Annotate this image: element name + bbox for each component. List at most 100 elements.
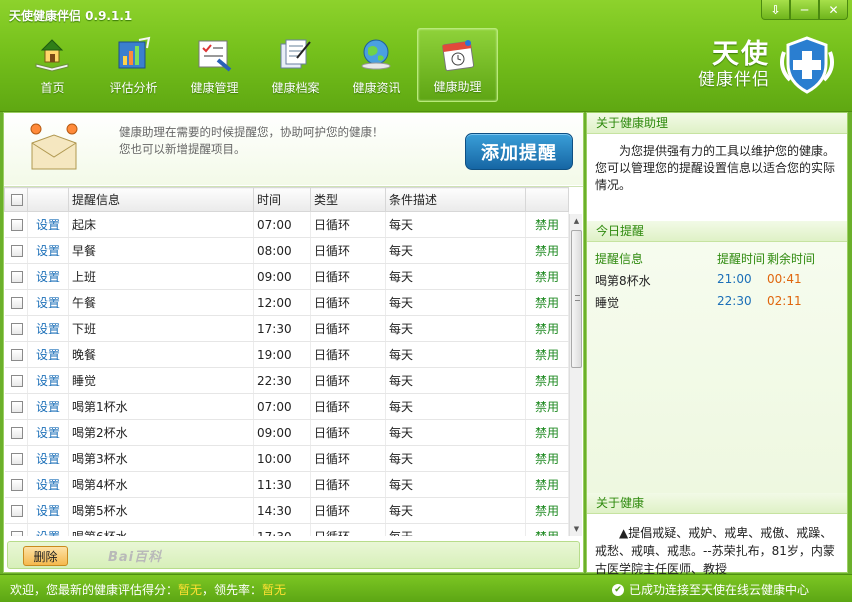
- row-checkbox[interactable]: [10, 375, 23, 387]
- row-select-cell[interactable]: [4, 367, 28, 394]
- row-disable-link[interactable]: 禁用: [525, 211, 569, 238]
- row-disable-link[interactable]: 禁用: [525, 523, 569, 536]
- nav-home[interactable]: 首页: [12, 28, 93, 102]
- nav-health-assistant[interactable]: 健康助理: [417, 28, 498, 102]
- row-checkbox[interactable]: [10, 531, 23, 536]
- today-reminder-row: 睡觉 22:30 02:11: [587, 289, 847, 311]
- row-settings-link[interactable]: 设置: [27, 211, 69, 238]
- row-checkbox[interactable]: [10, 427, 23, 439]
- column-header-info[interactable]: 提醒信息: [68, 187, 254, 212]
- status-score: 欢迎，您最新的健康评估得分：暂无，领先率：暂无: [10, 581, 286, 598]
- row-disable-link[interactable]: 禁用: [525, 497, 569, 524]
- row-settings-link[interactable]: 设置: [27, 237, 69, 264]
- row-settings-link[interactable]: 设置: [27, 419, 69, 446]
- row-disable-link[interactable]: 禁用: [525, 237, 569, 264]
- row-disable-link[interactable]: 禁用: [525, 393, 569, 420]
- row-checkbox[interactable]: [10, 245, 23, 257]
- row-disable-link[interactable]: 禁用: [525, 419, 569, 446]
- nav-health-manage[interactable]: 健康管理: [174, 28, 255, 102]
- select-all-header[interactable]: [4, 187, 28, 212]
- row-settings-link[interactable]: 设置: [27, 445, 69, 472]
- row-condition: 每天: [385, 523, 526, 536]
- row-select-cell[interactable]: [4, 497, 28, 524]
- row-settings-link[interactable]: 设置: [27, 263, 69, 290]
- table-row[interactable]: 设置 睡觉 22:30 日循环 每天 禁用: [4, 367, 569, 394]
- table-row[interactable]: 设置 午餐 12:00 日循环 每天 禁用: [4, 289, 569, 316]
- table-row[interactable]: 设置 喝第4杯水 11:30 日循环 每天 禁用: [4, 471, 569, 498]
- row-disable-link[interactable]: 禁用: [525, 263, 569, 290]
- column-header-type[interactable]: 类型: [310, 187, 386, 212]
- row-select-cell[interactable]: [4, 211, 28, 238]
- row-checkbox[interactable]: [10, 453, 23, 465]
- row-select-cell[interactable]: [4, 393, 28, 420]
- row-settings-link[interactable]: 设置: [27, 367, 69, 394]
- minimize-button[interactable]: ─: [790, 0, 819, 20]
- row-time: 17:30: [253, 315, 311, 342]
- row-type: 日循环: [310, 341, 386, 368]
- table-row[interactable]: 设置 起床 07:00 日循环 每天 禁用: [4, 211, 569, 238]
- row-condition: 每天: [385, 263, 526, 290]
- select-all-checkbox[interactable]: [11, 194, 23, 206]
- row-settings-link[interactable]: 设置: [27, 315, 69, 342]
- row-checkbox[interactable]: [10, 297, 23, 309]
- row-select-cell[interactable]: [4, 523, 28, 536]
- nav-health-records[interactable]: 健康档案: [255, 28, 336, 102]
- row-disable-link[interactable]: 禁用: [525, 471, 569, 498]
- row-condition: 每天: [385, 367, 526, 394]
- table-row[interactable]: 设置 喝第3杯水 10:00 日循环 每天 禁用: [4, 445, 569, 472]
- skin-menu-button[interactable]: ⇩: [761, 0, 790, 20]
- row-settings-link[interactable]: 设置: [27, 289, 69, 316]
- row-select-cell[interactable]: [4, 315, 28, 342]
- row-select-cell[interactable]: [4, 263, 28, 290]
- row-checkbox[interactable]: [10, 479, 23, 491]
- row-disable-link[interactable]: 禁用: [525, 445, 569, 472]
- reminder-table: 提醒信息 时间 类型 条件描述 设置 起床 07:00 日循环 每天 禁用 设置 早餐 08:0…: [4, 187, 569, 536]
- table-row[interactable]: 设置 下班 17:30 日循环 每天 禁用: [4, 315, 569, 342]
- nav-analysis[interactable]: 评估分析: [93, 28, 174, 102]
- table-scrollbar[interactable]: ▲ ▼: [569, 214, 582, 536]
- row-select-cell[interactable]: [4, 341, 28, 368]
- row-checkbox[interactable]: [10, 401, 23, 413]
- column-header-condition[interactable]: 条件描述: [385, 187, 526, 212]
- status-prefix: 欢迎，您最新的健康评估得分：: [10, 583, 179, 597]
- row-select-cell[interactable]: [4, 419, 28, 446]
- row-checkbox[interactable]: [10, 271, 23, 283]
- scrollbar-thumb[interactable]: [571, 230, 582, 368]
- row-settings-link[interactable]: 设置: [27, 471, 69, 498]
- row-disable-link[interactable]: 禁用: [525, 367, 569, 394]
- row-settings-link[interactable]: 设置: [27, 497, 69, 524]
- row-settings-link[interactable]: 设置: [27, 523, 69, 536]
- today-reminder-time: 22:30: [717, 294, 752, 308]
- checklist-board-icon: [198, 40, 232, 72]
- row-checkbox[interactable]: [10, 349, 23, 361]
- row-select-cell[interactable]: [4, 445, 28, 472]
- scroll-up-arrow-icon[interactable]: ▲: [570, 214, 583, 228]
- add-reminder-button[interactable]: 添加提醒: [465, 133, 573, 170]
- row-reminder-info: 晚餐: [68, 341, 254, 368]
- row-settings-link[interactable]: 设置: [27, 393, 69, 420]
- table-row[interactable]: 设置喝第6杯水17:30日循环每天禁用: [4, 523, 569, 536]
- row-select-cell[interactable]: [4, 471, 28, 498]
- table-row[interactable]: 设置 喝第5杯水 14:30 日循环 每天 禁用: [4, 497, 569, 524]
- table-row[interactable]: 设置 早餐 08:00 日循环 每天 禁用: [4, 237, 569, 264]
- table-row[interactable]: 设置 喝第2杯水 09:00 日循环 每天 禁用: [4, 419, 569, 446]
- table-row[interactable]: 设置 喝第1杯水 07:00 日循环 每天 禁用: [4, 393, 569, 420]
- row-settings-link[interactable]: 设置: [27, 341, 69, 368]
- nav-health-news[interactable]: 健康资讯: [336, 28, 417, 102]
- files-folder-icon: [280, 39, 311, 69]
- row-select-cell[interactable]: [4, 237, 28, 264]
- row-select-cell[interactable]: [4, 289, 28, 316]
- row-disable-link[interactable]: 禁用: [525, 289, 569, 316]
- column-header-time[interactable]: 时间: [253, 187, 311, 212]
- row-checkbox[interactable]: [10, 323, 23, 335]
- close-button[interactable]: ✕: [819, 0, 848, 20]
- table-row[interactable]: 设置 晚餐 19:00 日循环 每天 禁用: [4, 341, 569, 368]
- scroll-down-arrow-icon[interactable]: ▼: [570, 522, 583, 536]
- row-reminder-info: 上班: [68, 263, 254, 290]
- row-checkbox[interactable]: [10, 505, 23, 517]
- row-checkbox[interactable]: [10, 219, 23, 231]
- delete-button[interactable]: 删除: [23, 546, 68, 566]
- row-disable-link[interactable]: 禁用: [525, 341, 569, 368]
- table-row[interactable]: 设置 上班 09:00 日循环 每天 禁用: [4, 263, 569, 290]
- row-disable-link[interactable]: 禁用: [525, 315, 569, 342]
